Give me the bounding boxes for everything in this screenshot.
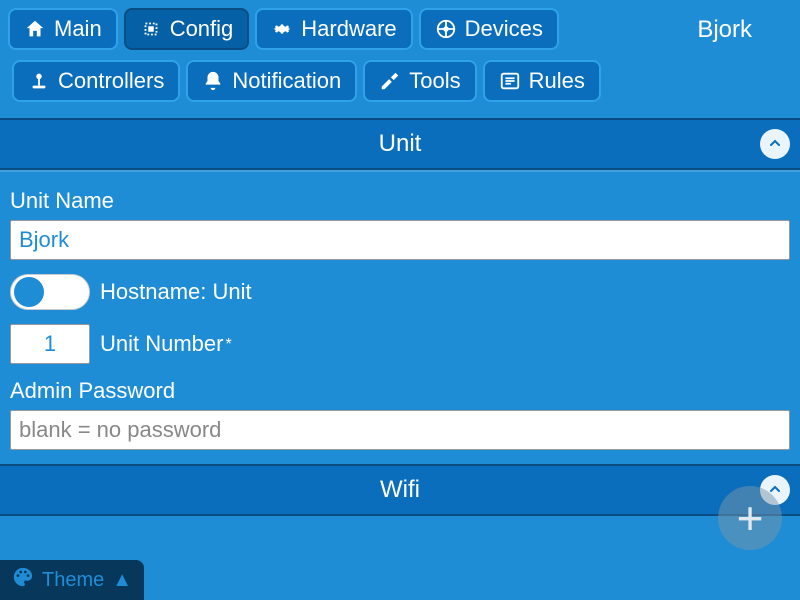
palette-icon <box>12 566 34 594</box>
wrench-icon <box>379 70 401 92</box>
chevron-up-icon <box>767 130 783 158</box>
tab-rules[interactable]: Rules <box>483 60 601 102</box>
joystick-icon <box>28 70 50 92</box>
list-icon <box>499 70 521 92</box>
tab-label: Hardware <box>301 16 396 42</box>
tab-label: Devices <box>465 16 543 42</box>
tab-devices[interactable]: Devices <box>419 8 559 50</box>
unit-section: Unit Unit Name Hostname: Unit Unit Numbe… <box>0 118 800 460</box>
unit-section-body: Unit Name Hostname: Unit Unit Number* Ad… <box>0 170 800 460</box>
section-title: Wifi <box>380 476 420 503</box>
chip-icon <box>140 18 162 40</box>
wifi-section-header[interactable]: Wifi <box>0 464 800 516</box>
device-name: Bjork <box>697 14 752 44</box>
tab-controllers[interactable]: Controllers <box>12 60 180 102</box>
tab-label: Config <box>170 16 234 42</box>
tab-tools[interactable]: Tools <box>363 60 476 102</box>
tab-notification[interactable]: Notification <box>186 60 357 102</box>
tab-label: Rules <box>529 68 585 94</box>
tab-label: Main <box>54 16 102 42</box>
tab-hardware[interactable]: Hardware <box>255 8 412 50</box>
unit-section-header[interactable]: Unit <box>0 118 800 170</box>
tab-config[interactable]: Config <box>124 8 250 50</box>
network-icon <box>435 18 457 40</box>
hostname-label: Hostname: Unit <box>100 279 252 305</box>
unit-name-label: Unit Name <box>10 188 790 214</box>
plus-icon: + <box>737 495 764 541</box>
admin-password-label: Admin Password <box>10 378 790 404</box>
toggle-knob <box>14 277 44 307</box>
unit-number-label: Unit Number* <box>100 331 232 357</box>
wifi-section: Wifi <box>0 464 800 516</box>
theme-button[interactable]: Theme ▲ <box>0 560 144 600</box>
admin-password-input[interactable] <box>10 410 790 450</box>
tab-label: Controllers <box>58 68 164 94</box>
tab-main[interactable]: Main <box>8 8 118 50</box>
gear-icon <box>271 18 293 40</box>
theme-label: Theme <box>42 569 104 592</box>
top-nav: Main Config Hardware Devices Bjork Contr… <box>0 0 800 102</box>
home-icon <box>24 18 46 40</box>
unit-number-input[interactable] <box>10 324 90 364</box>
triangle-up-icon: ▲ <box>112 569 132 592</box>
unit-name-input[interactable] <box>10 220 790 260</box>
hostname-toggle[interactable] <box>10 274 90 310</box>
section-title: Unit <box>379 130 422 157</box>
collapse-unit-button[interactable] <box>760 129 790 159</box>
tab-label: Notification <box>232 68 341 94</box>
add-button[interactable]: + <box>718 486 782 550</box>
bell-icon <box>202 70 224 92</box>
tab-label: Tools <box>409 68 460 94</box>
